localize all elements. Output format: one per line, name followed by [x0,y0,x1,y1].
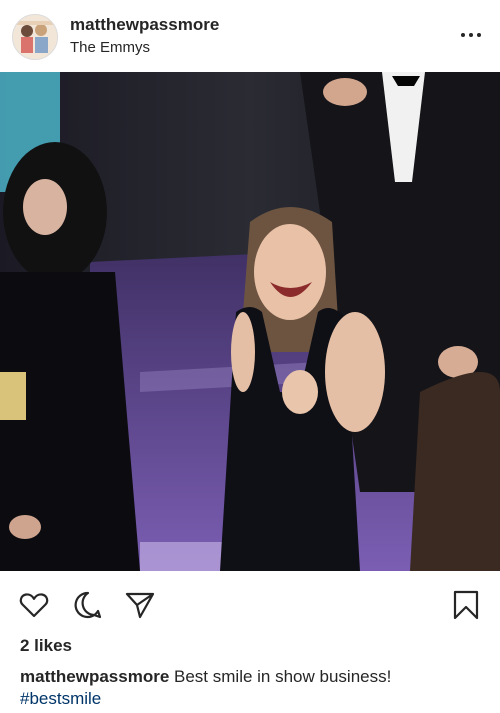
post-header: matthewpassmore The Emmys [0,0,500,72]
caption-username[interactable]: matthewpassmore [20,667,169,686]
red-carpet-photo [0,72,500,571]
more-options-icon[interactable] [458,25,484,45]
caption-hashtag[interactable]: #bestsmile [20,689,101,708]
post-photo[interactable] [0,72,500,571]
comment-icon[interactable] [72,589,104,621]
post-location[interactable]: The Emmys [70,39,150,56]
caption: matthewpassmore Best smile in show busin… [20,666,485,710]
caption-text: Best smile in show business! [174,667,392,686]
avatar[interactable] [12,14,58,60]
comment-icon-glyph [74,591,102,619]
more-dot [469,33,473,37]
likes-count[interactable]: 2 likes [20,636,72,656]
paper-plane-icon[interactable] [124,589,156,621]
paper-plane-icon-glyph [125,592,155,619]
avatar-image [13,15,57,59]
more-dot [477,33,481,37]
bookmark-icon[interactable] [450,589,482,621]
more-dot [461,33,465,37]
heart-icon-glyph [19,593,49,618]
heart-icon[interactable] [18,589,50,621]
post-actions [0,571,500,633]
bookmark-icon-glyph [453,590,479,620]
post-username[interactable]: matthewpassmore [70,15,219,35]
